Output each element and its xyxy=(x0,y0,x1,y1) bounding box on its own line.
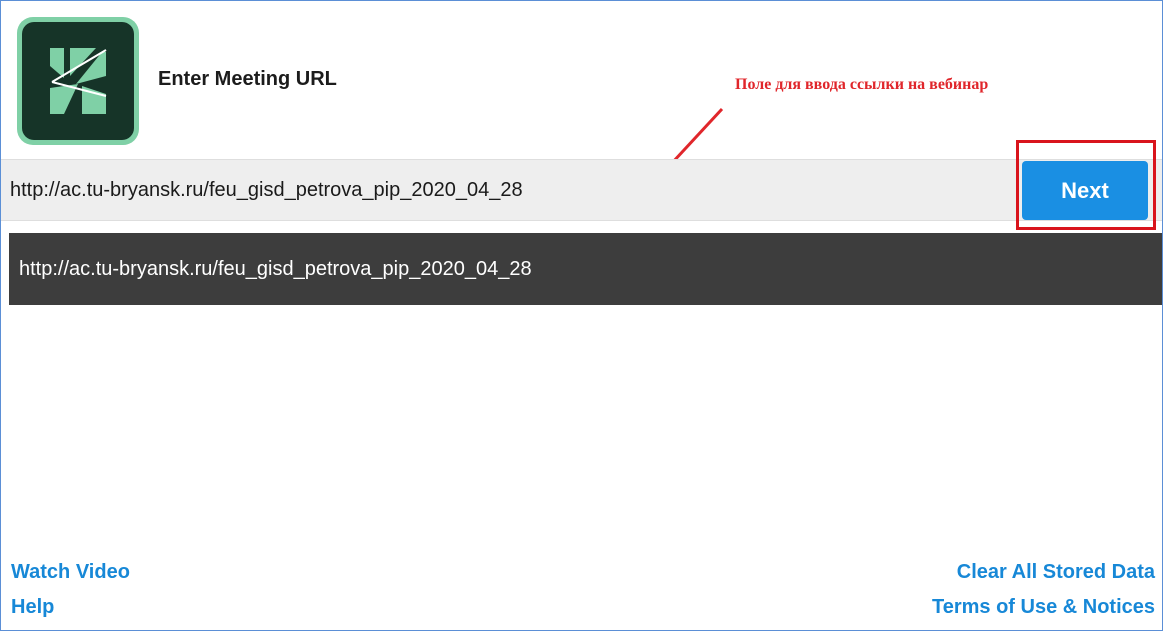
url-suggestion-item[interactable]: http://ac.tu-bryansk.ru/feu_gisd_petrova… xyxy=(9,233,1162,305)
meeting-url-input[interactable] xyxy=(10,160,910,220)
next-button[interactable]: Next xyxy=(1022,161,1148,220)
terms-of-use-link[interactable]: Terms of Use & Notices xyxy=(932,596,1155,619)
clear-stored-data-link[interactable]: Clear All Stored Data xyxy=(957,561,1155,584)
annotation-pointer-line xyxy=(645,107,724,192)
url-bar xyxy=(1,159,1162,221)
help-link[interactable]: Help xyxy=(11,596,54,619)
watch-video-link[interactable]: Watch Video xyxy=(11,561,130,584)
